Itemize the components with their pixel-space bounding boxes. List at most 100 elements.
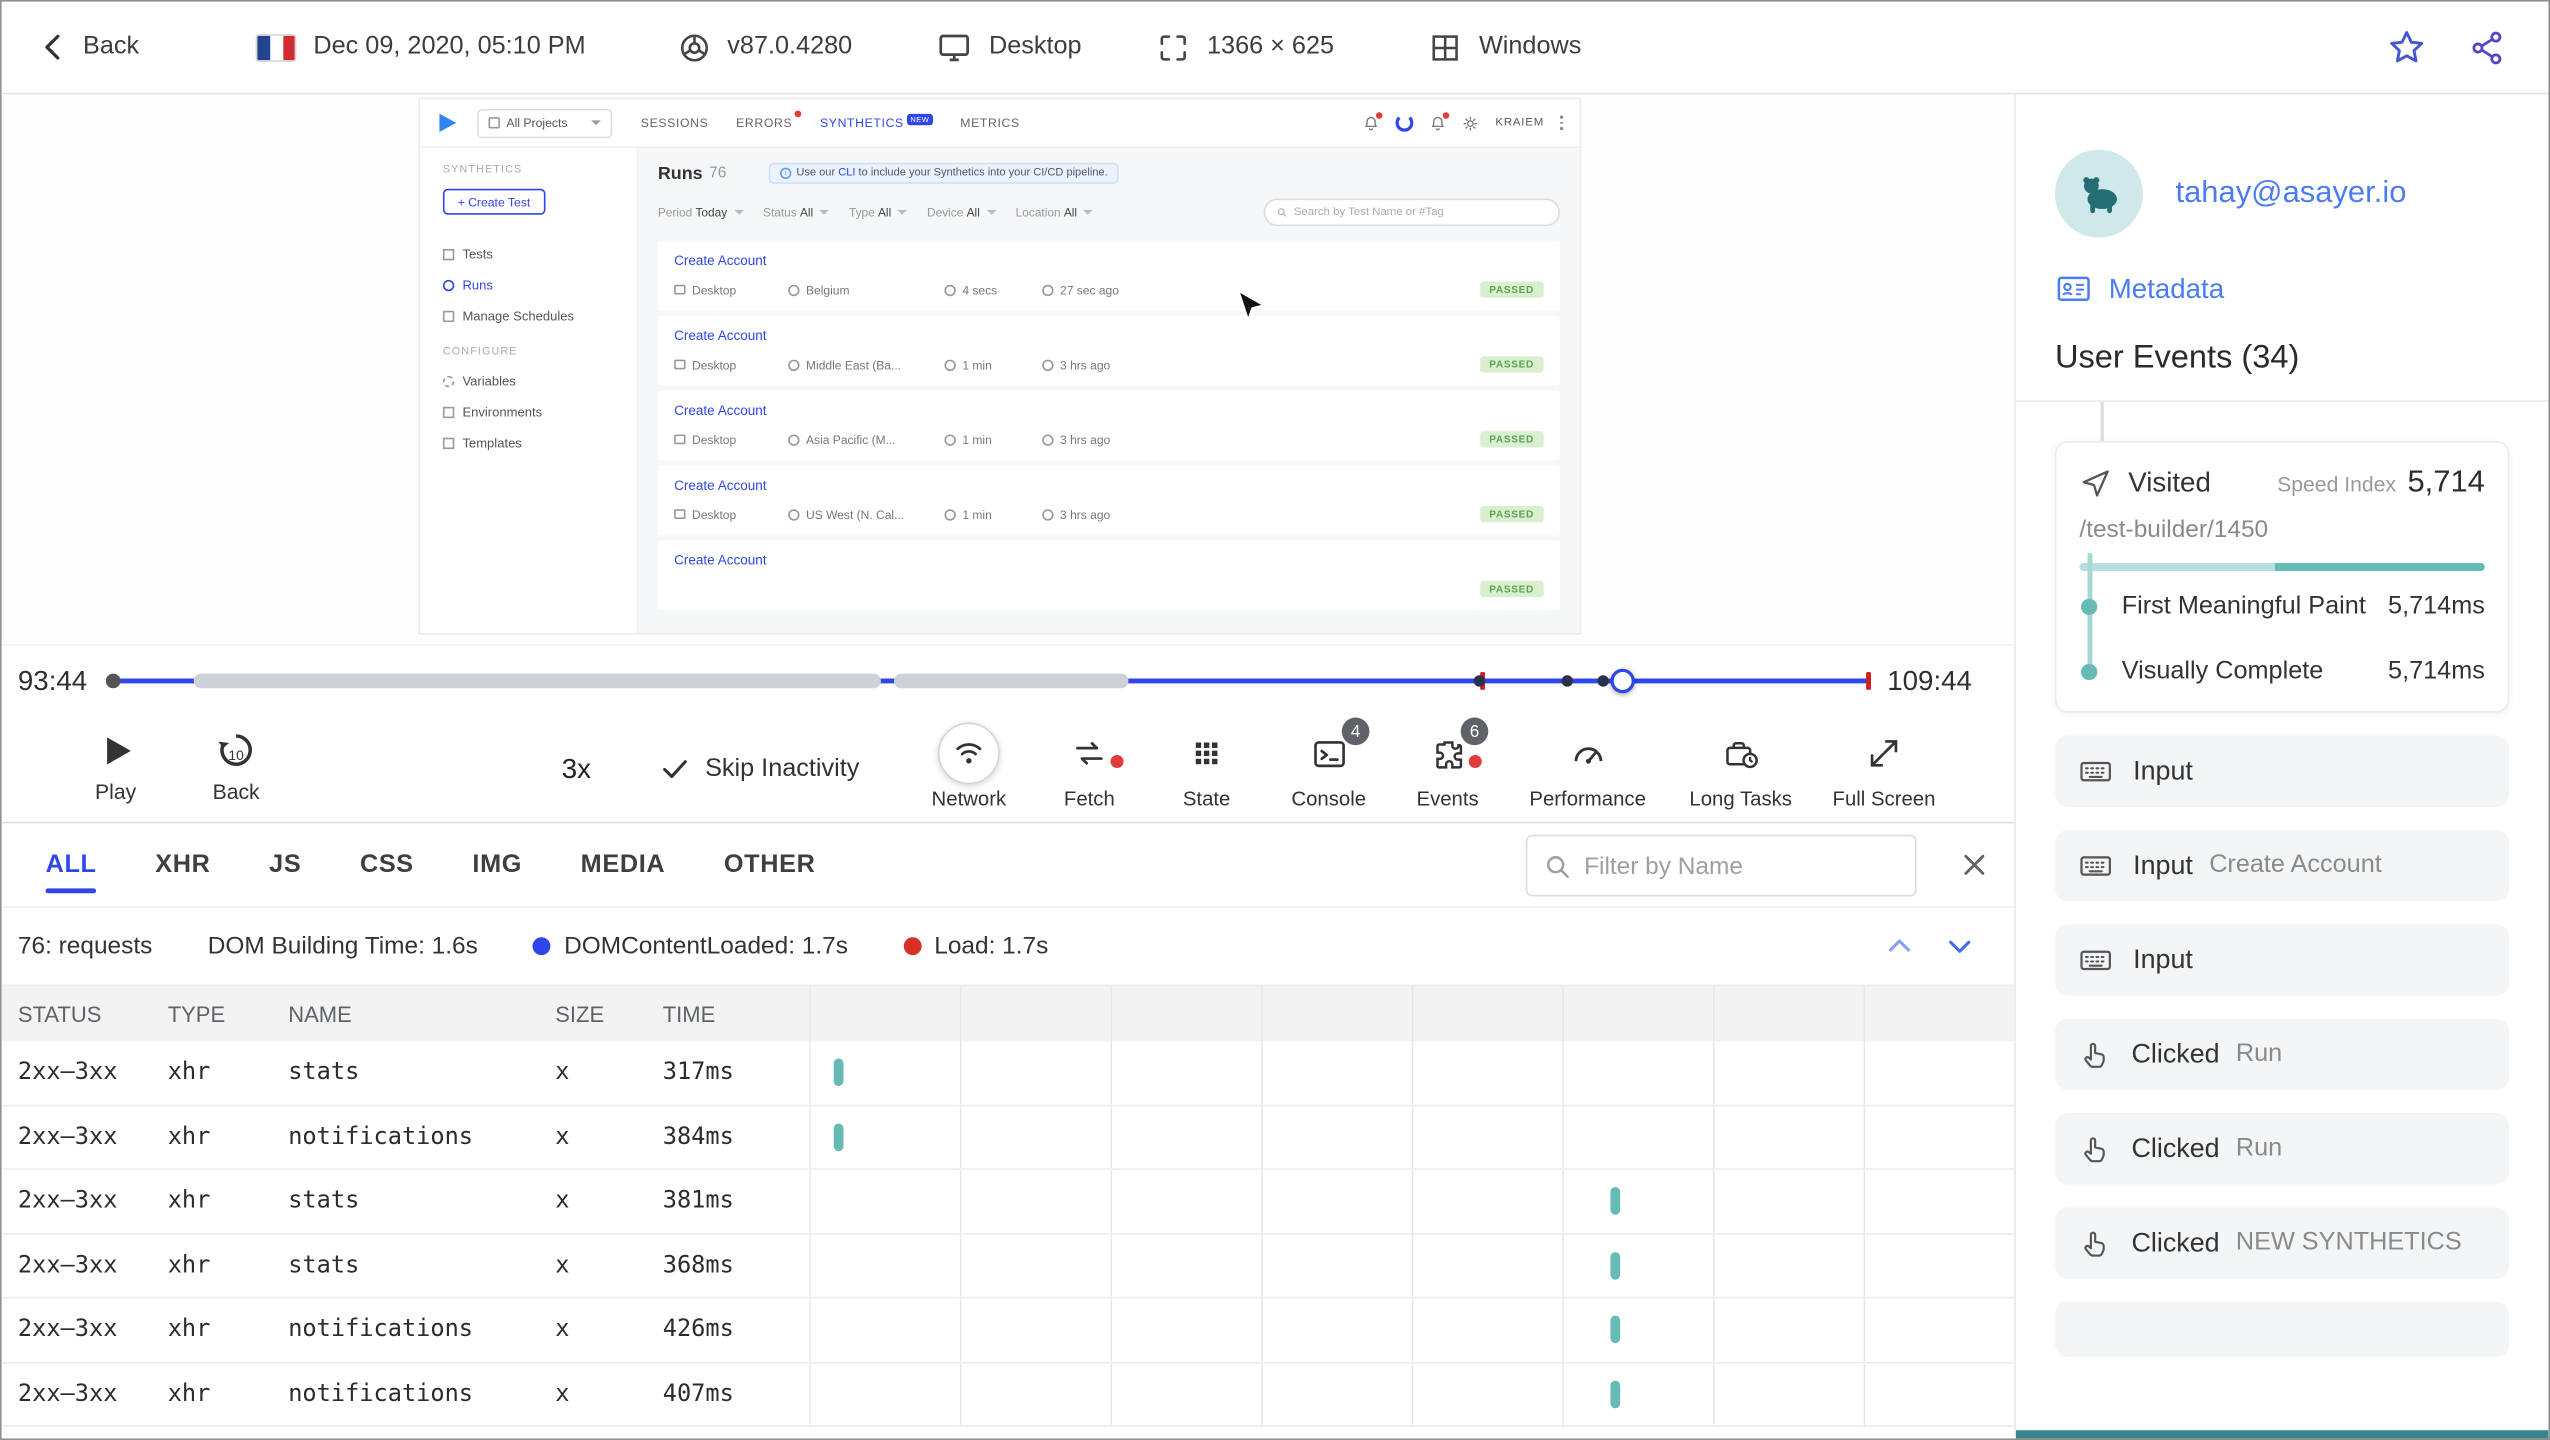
network-filter-tab[interactable]: CSS [360, 837, 414, 892]
network-request-row[interactable]: 2xx–3xx xhr stats x 317ms [1, 1041, 2015, 1106]
panel-button-performance[interactable]: Performance [1516, 722, 1659, 810]
network-request-row[interactable]: 2xx–3xx xhr notifications x 384ms [1, 1105, 2015, 1170]
request-name: notifications [288, 1381, 474, 1408]
full-screen-icon [1853, 722, 1915, 784]
network-summary-row: 76: requests DOM Building Time: 1.6s DOM… [1, 908, 2015, 987]
page-load-progress-bar [2079, 562, 2485, 572]
sidebar-section-synthetics: SYNTHETICS [442, 164, 523, 176]
event-marker[interactable] [1473, 675, 1486, 687]
request-size: x [555, 1123, 570, 1150]
user-event-card[interactable]: Input [2054, 735, 2510, 808]
network-request-row[interactable]: 2xx–3xx xhr stats x 381ms [1, 1169, 2015, 1235]
request-type: xhr [167, 1252, 211, 1279]
request-timing-bar [833, 1058, 844, 1087]
total-time: 109:44 [1887, 664, 1972, 696]
jump-previous-button[interactable] [1884, 931, 1915, 962]
keyboard-icon [2078, 753, 2114, 789]
favorite-star-button[interactable] [2387, 28, 2426, 67]
run-name-link: Create Account [674, 252, 767, 269]
cli-link: CLI [838, 167, 856, 179]
request-time: 381ms [662, 1188, 734, 1215]
user-event-card[interactable]: Input Create Account [2054, 829, 2510, 902]
network-filter-box[interactable] [1525, 834, 1917, 897]
recorded-cursor-icon [1237, 289, 1262, 322]
user-event-card[interactable]: Clicked Run [2054, 1018, 2510, 1091]
skip-inactivity-toggle[interactable]: Skip Inactivity [659, 716, 859, 822]
panel-button-events[interactable]: 6 Events [1376, 717, 1519, 810]
user-email-link[interactable]: tahay@asayer.io [2175, 176, 2406, 212]
request-status: 2xx–3xx [17, 1123, 118, 1150]
share-button[interactable] [2469, 28, 2506, 65]
visited-event-card[interactable]: Visited Speed Index 5,714 /test-builder/… [2054, 440, 2510, 713]
issue-marker[interactable] [1866, 672, 1871, 690]
environments-icon [442, 406, 455, 419]
metric-value: 5,714ms [2388, 657, 2485, 686]
network-table-header: STATUS TYPE NAME SIZE TIME [1, 986, 2015, 1042]
sidebar-item-environments: Environments [442, 405, 614, 420]
requests-count: 76: requests [17, 932, 153, 961]
network-filter-tab[interactable]: OTHER [724, 837, 816, 892]
panel-button-long-tasks[interactable]: Long Tasks [1669, 722, 1812, 810]
timeline-track[interactable] [105, 646, 1871, 716]
replay-viewport[interactable]: All Projects SESSIONS ERRORS SYNTHETICS N… [1, 94, 2015, 645]
search-icon [1277, 208, 1287, 217]
metric-dot [2081, 598, 2098, 616]
alert-dot [1110, 754, 1124, 769]
user-event-card-partial[interactable] [2054, 1301, 2510, 1358]
back-label: Back [83, 32, 140, 61]
browser-version-group: v87.0.4280 [677, 30, 852, 64]
event-marker[interactable] [1597, 675, 1609, 687]
network-filter-input[interactable] [1584, 851, 1899, 880]
status-badge: PASSED [1479, 506, 1544, 523]
jump-next-button[interactable] [1944, 931, 1975, 962]
network-request-row[interactable]: 2xx–3xx xhr notifications x 407ms [1, 1362, 2015, 1427]
timeline-playhead[interactable] [1610, 668, 1635, 694]
status-badge: PASSED [1479, 281, 1544, 298]
play-button[interactable]: Play [70, 726, 161, 804]
blue-marker-dot [533, 937, 552, 956]
user-event-card[interactable]: Input [2054, 924, 2510, 996]
status-badge: PASSED [1479, 580, 1544, 598]
request-size: x [555, 1381, 570, 1408]
request-name: stats [288, 1059, 360, 1086]
replayed-app-header-actions: KRAIEM [1364, 111, 1564, 132]
network-filter-tab[interactable]: JS [269, 837, 301, 892]
location-pin-icon [788, 358, 800, 371]
request-timing-bar [833, 1123, 844, 1151]
project-name: All Projects [506, 115, 568, 131]
network-filter-tab[interactable]: ALL [46, 837, 97, 892]
request-name: notifications [288, 1316, 474, 1343]
panel-button-full-screen[interactable]: Full Screen [1812, 722, 1955, 810]
request-timing-bar [1610, 1187, 1621, 1216]
metadata-button[interactable]: Metadata [2055, 270, 2509, 307]
network-filter-tab[interactable]: MEDIA [581, 837, 666, 892]
user-event-card[interactable]: Clicked Run [2054, 1112, 2510, 1185]
back-10s-button[interactable]: 10 Back [191, 726, 282, 804]
clock-icon [442, 279, 455, 292]
column-type: TYPE [167, 1001, 226, 1026]
event-marker[interactable] [1561, 675, 1573, 687]
user-event-card[interactable]: Clicked NEW SYNTHETICS [2054, 1207, 2510, 1279]
request-type: xhr [167, 1381, 211, 1408]
close-panel-button[interactable] [1957, 848, 1991, 882]
back-button[interactable]: Back [37, 31, 139, 64]
time-tick-labels [809, 986, 2014, 1041]
network-filter-tab[interactable]: XHR [155, 837, 210, 892]
replayed-app-content: Runs 76 i Use our CLI to include your Sy… [638, 148, 1580, 633]
speed-selector[interactable]: 3x [562, 716, 591, 822]
dom-building-time: DOM Building Time: 1.6s [207, 932, 478, 961]
request-timing-bar [1610, 1315, 1621, 1344]
request-size: x [555, 1252, 570, 1279]
console-icon: 4 [1298, 717, 1370, 784]
runs-title: Runs [657, 163, 703, 184]
network-request-row[interactable]: 2xx–3xx xhr stats x 368ms [1, 1234, 2015, 1299]
status-badge: PASSED [1479, 356, 1544, 373]
request-timing-bar [1610, 1251, 1621, 1280]
chevron-down-icon [733, 209, 744, 215]
id-card-icon [2057, 276, 2090, 301]
network-request-row[interactable]: 2xx–3xx xhr notifications x 426ms [1, 1298, 2015, 1363]
network-filter-tab[interactable]: IMG [472, 837, 522, 892]
tab-sessions: SESSIONS [640, 115, 709, 131]
request-time: 317ms [662, 1059, 734, 1086]
request-name: notifications [288, 1123, 474, 1150]
